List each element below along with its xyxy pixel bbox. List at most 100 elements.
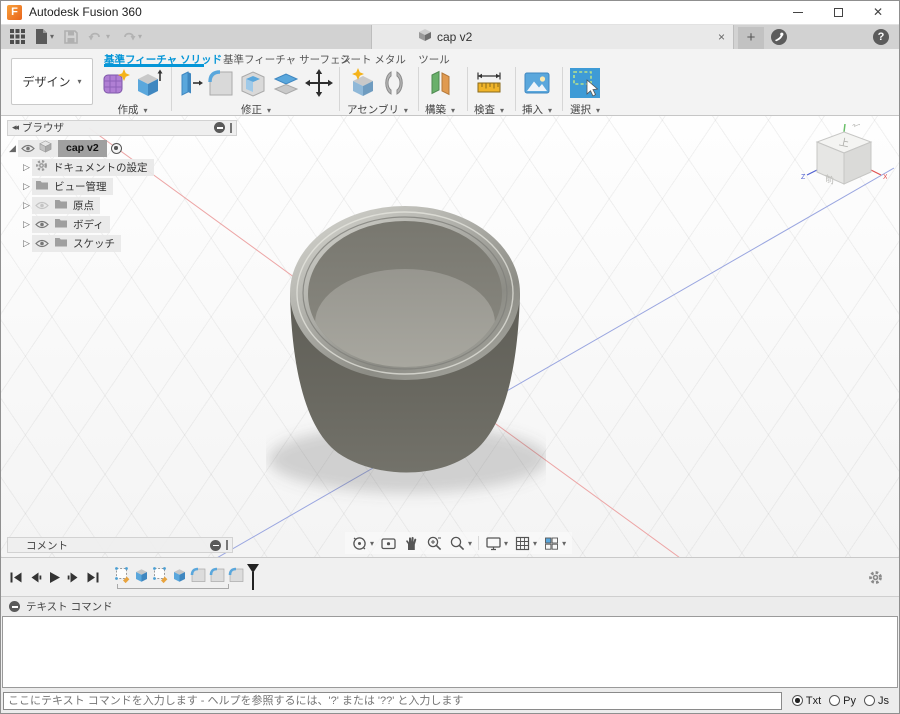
new-tab-button[interactable]: + [738,27,764,49]
view-cube[interactable]: X Z 上 前 右 [801,124,887,196]
panel-grip-handle[interactable] [226,540,228,550]
extrude-button[interactable] [134,67,164,102]
tree-item-label: 原点 [73,198,94,213]
timeline-feature-extrude[interactable] [171,566,188,584]
zoom-button[interactable] [424,534,445,553]
inspect-menu[interactable]: 検査 ▾ [474,102,504,117]
orbit-button[interactable]: ▾ [349,534,376,553]
visibility-eye-icon[interactable] [35,239,49,248]
tab-close-button[interactable]: × [718,30,725,44]
viewports-button[interactable]: ▾ [541,534,568,553]
select-tool-button[interactable] [569,67,601,102]
move-button[interactable] [304,67,334,102]
tree-row-bodies[interactable]: ▷ ボディ [7,216,237,233]
redo-button[interactable]: ▾ [117,28,145,45]
measure-button[interactable] [474,67,504,102]
expand-icon[interactable]: ▷ [21,219,32,230]
timeline-playhead[interactable] [246,564,260,590]
mode-py-radio[interactable]: Py [829,695,856,707]
mode-txt-radio[interactable]: Txt [792,695,821,707]
expand-icon[interactable]: ▷ [21,238,32,249]
document-tab[interactable]: cap v2 × [371,25,734,49]
timeline-feature-fillet[interactable] [209,566,226,584]
expand-icon[interactable]: ▷ [21,181,32,192]
panel-collapse-button[interactable] [214,122,225,133]
shell-button[interactable] [238,67,268,102]
panel-collapse-button[interactable] [210,540,221,551]
timeline-step-back-button[interactable] [29,571,42,584]
save-button[interactable] [61,28,81,46]
offset-face-button[interactable] [271,67,301,102]
create-form-button[interactable] [101,67,131,102]
mode-js-radio[interactable]: Js [864,695,889,707]
tree-row-document-settings[interactable]: ▷ ドキュメントの設定 [7,159,237,176]
look-at-button[interactable] [378,534,399,553]
display-settings-button[interactable]: ▾ [483,534,510,553]
joint-button[interactable] [381,67,407,102]
timeline-feature-sketch[interactable] [114,566,131,584]
component-cube-icon [39,140,52,156]
tree-row-sketches[interactable]: ▷ スケッチ [7,235,237,252]
grid-snap-button[interactable]: ▾ [512,534,539,553]
workspace-switcher[interactable]: デザイン ▾ [11,58,93,105]
collapse-left-icon[interactable]: ◂◂ [12,122,17,133]
visibility-eye-icon[interactable] [21,144,35,153]
tree-row-origin[interactable]: ▷ 原点 [7,197,237,214]
timeline-feature-fillet[interactable] [228,566,245,584]
maximize-button[interactable] [831,5,845,19]
new-component-button[interactable] [348,67,378,102]
timeline-feature-sketch[interactable] [152,566,169,584]
assemble-menu[interactable]: アセンブリ ▾ [347,102,408,117]
press-pull-button[interactable] [178,67,204,102]
browser-panel-header[interactable]: ◂◂ ブラウザ [7,120,237,136]
timeline-go-to-end-button[interactable] [86,571,100,584]
expand-icon[interactable]: ▷ [21,162,32,173]
expand-icon[interactable]: ▷ [21,200,32,211]
construct-plane-button[interactable] [425,67,455,102]
timeline-step-forward-button[interactable] [67,571,80,584]
extensions-button[interactable] [771,29,787,48]
panel-collapse-button[interactable] [9,601,20,612]
visibility-eye-icon-hidden[interactable] [35,201,49,210]
create-menu[interactable]: 作成 ▾ [118,102,148,117]
text-command-header[interactable]: テキスト コマンド [1,596,899,616]
fit-button[interactable]: ▾ [447,534,474,553]
timeline-feature-extrude[interactable] [133,566,150,584]
timeline-settings-button[interactable] [868,570,883,585]
comments-panel-title: コメント [26,538,68,553]
select-menu[interactable]: 選択 ▾ [570,102,600,117]
tree-row-root[interactable]: ◢ cap v2 [7,140,237,157]
text-command-input[interactable] [3,692,782,710]
visibility-eye-icon[interactable] [35,220,49,229]
ribbon-group-create: 作成 ▾ [101,67,164,117]
close-button[interactable]: ✕ [871,5,885,19]
minimize-icon [793,12,803,13]
insert-menu[interactable]: 挿入 ▾ [522,102,552,117]
insert-button[interactable] [522,67,552,102]
undo-button[interactable]: ▾ [85,28,113,45]
component-activate-radio[interactable] [111,143,122,154]
viewport-canvas[interactable]: X Z 上 前 右 ◂◂ ブラウザ ◢ [1,116,899,558]
help-button[interactable]: ? [873,29,889,45]
timeline-play-button[interactable] [48,571,61,584]
minimize-button[interactable] [791,5,805,19]
text-command-output[interactable] [2,616,898,688]
root-component-label[interactable]: cap v2 [58,140,107,157]
construct-menu[interactable]: 構築 ▾ [425,102,455,117]
comments-panel-header[interactable]: コメント [7,537,233,553]
ribbon-tab-tools[interactable]: ツール [414,52,454,67]
app-launcher-button[interactable] [7,27,28,46]
panel-grip-handle[interactable] [230,123,232,133]
dropdown-caret-icon: ▾ [404,106,408,115]
timeline-feature-fillet[interactable] [190,566,207,584]
expand-icon[interactable]: ◢ [7,143,18,154]
timeline-go-to-start-button[interactable] [9,571,23,584]
ribbon-tab-sheetmetal[interactable]: シート メタル [340,52,392,67]
file-menu-button[interactable]: ▾ [32,27,57,46]
fillet-button[interactable] [207,67,235,102]
modify-menu[interactable]: 修正 ▾ [241,102,271,117]
ribbon-tab-surface[interactable]: 基準フィーチャ サーフェス [223,52,323,67]
pan-button[interactable] [401,534,422,553]
tree-row-named-views[interactable]: ▷ ビュー管理 [7,178,237,195]
model-body-cap[interactable] [266,201,546,521]
